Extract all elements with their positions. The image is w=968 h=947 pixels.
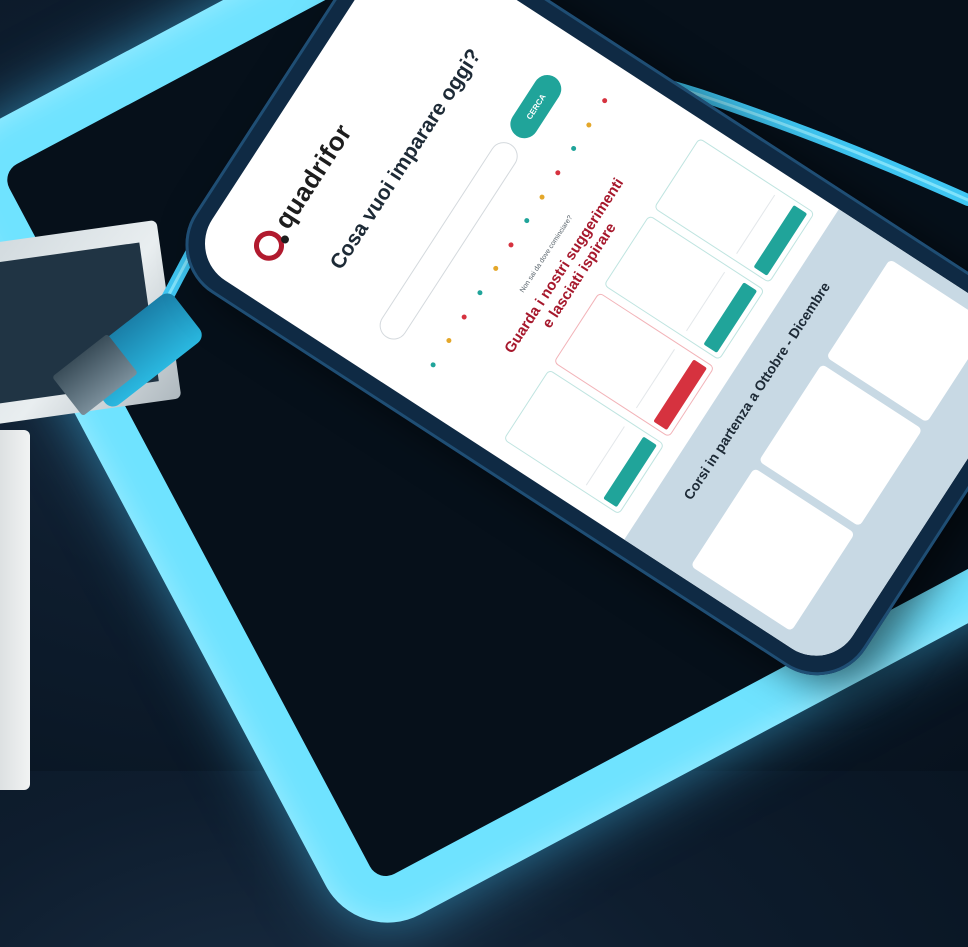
decorative-dot xyxy=(569,145,577,153)
decorative-dot xyxy=(492,265,499,273)
decorative-dot xyxy=(585,121,593,129)
scene: quadrifor Cosa vuoi imparare oggi? CERCA… xyxy=(0,0,968,947)
decorative-dot xyxy=(601,97,609,105)
logo-text: quadrifor xyxy=(268,118,358,235)
decorative-dot xyxy=(554,169,562,177)
decorative-dot xyxy=(476,289,484,297)
search-button[interactable]: CERCA xyxy=(505,69,567,144)
decorative-dot xyxy=(445,337,453,345)
decorative-dot xyxy=(429,361,437,369)
logo-mark-icon xyxy=(247,224,290,267)
decorative-dot xyxy=(460,313,468,321)
decorative-dot xyxy=(538,193,546,201)
decorative-dot xyxy=(523,217,531,225)
decorative-dot xyxy=(507,241,515,249)
